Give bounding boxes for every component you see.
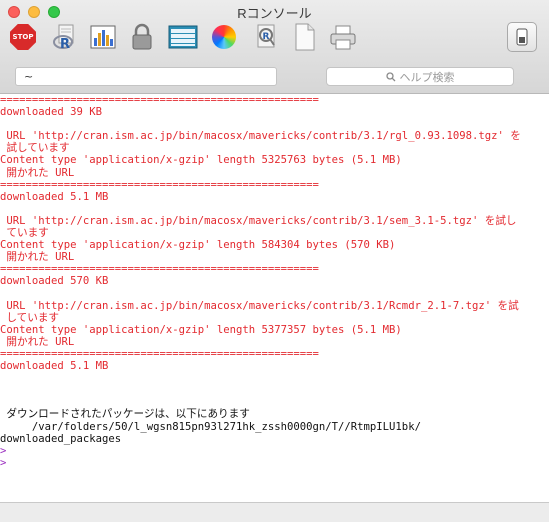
chart-icon [90,25,116,49]
status-bar [0,502,549,522]
data-editor-button[interactable] [166,22,200,52]
source-script-button[interactable]: R [50,22,80,52]
console-line: ========================================… [0,178,319,191]
console-line: Content type 'application/x-gzip' length… [0,239,396,252]
search-icon [385,71,395,81]
stop-label: STOP [12,33,34,41]
help-search-placeholder: ヘルプ検索 [399,70,455,84]
console-line: /var/folders/50/l_wgsn815pn93l271hk_zssh… [0,420,421,433]
console-line: ています [0,227,49,240]
color-wheel-icon [212,25,236,49]
console-line: しています [0,311,60,324]
console-line: 開かれた URL [0,335,75,348]
lock-icon [132,23,152,50]
toggle-icon [516,28,528,46]
print-button[interactable] [328,22,358,52]
document-icon [295,23,315,51]
console-line: downloaded_packages [0,432,122,445]
help-search-field[interactable]: ヘルプ検索 [326,67,514,86]
svg-text:R: R [60,37,70,51]
svg-text:R: R [263,32,270,42]
new-quartz-button[interactable] [88,22,118,52]
toggle-toolbar-button[interactable] [507,22,537,52]
console-line: Content type 'application/x-gzip' length… [0,323,402,336]
console-line: downloaded 5.1 MB [0,360,109,373]
stop-icon: STOP [10,24,36,50]
console-output[interactable]: ========================================… [0,94,549,502]
r-source-icon: R [53,24,74,51]
new-document-button[interactable] [290,22,320,52]
console-line: 開かれた URL [0,166,75,179]
console-line: ダウンロードされたパッケージは、以下にあります [0,408,250,421]
console-line: 試しています [0,142,70,155]
console-line: downloaded 5.1 MB [0,190,109,203]
color-picker-button[interactable] [209,22,239,52]
console-line: ========================================… [0,94,319,106]
console-line: downloaded 570 KB [0,275,109,288]
printer-icon [330,25,356,50]
working-directory-field[interactable]: ~ [15,67,277,86]
r-search-icon: R [257,24,275,48]
console-line: ========================================… [0,263,319,276]
console-line: URL 'http://cran.ism.ac.jp/bin/macosx/ma… [0,130,521,143]
console-prompt: > [0,444,7,457]
console-line: downloaded 39 KB [0,106,103,119]
window-chrome: Rコンソール STOP R R ~ ヘルプ検索 [0,0,549,94]
console-line: Content type 'application/x-gzip' length… [0,154,402,167]
help-search-button[interactable]: R [251,22,281,52]
searchbar: ~ ヘルプ検索 [0,67,549,87]
console-line: 開かれた URL [0,251,75,264]
console-line: ========================================… [0,347,319,360]
console-line: URL 'http://cran.ism.ac.jp/bin/macosx/ma… [0,214,517,227]
console-prompt: > [0,456,7,469]
r-console-window: Rコンソール STOP R R ~ ヘルプ検索 ================… [0,0,549,522]
table-icon [168,25,198,49]
window-title: Rコンソール [237,6,312,21]
authorize-button[interactable] [127,22,157,52]
stop-button[interactable]: STOP [8,22,38,52]
console-line: URL 'http://cran.ism.ac.jp/bin/macosx/ma… [0,299,519,312]
